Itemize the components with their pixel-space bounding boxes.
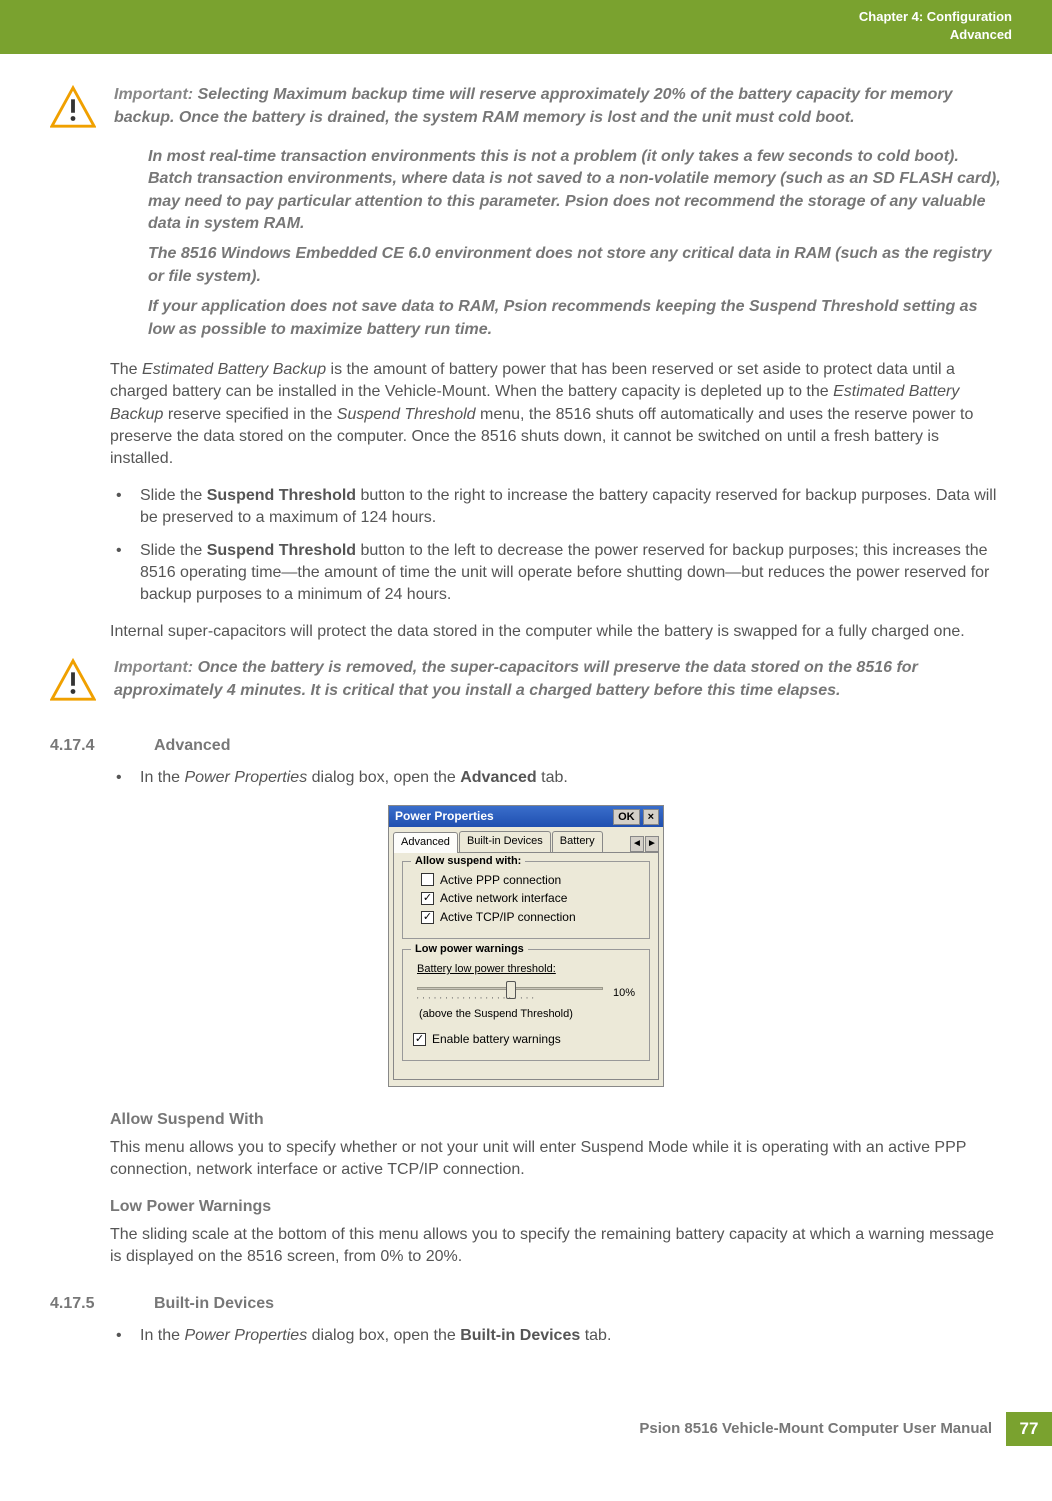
power-properties-dialog: Power Properties OK × Advanced Built-in … xyxy=(388,805,664,1086)
subheading-allow-suspend: Allow Suspend With xyxy=(110,1109,1002,1131)
important-text-p1: Selecting Maximum backup time will reser… xyxy=(114,86,953,125)
dialog-titlebar: Power Properties OK × xyxy=(389,806,663,827)
header-chapter: Chapter 4: Configuration xyxy=(40,8,1012,26)
checkbox-label: Active PPP connection xyxy=(440,872,561,889)
dialog-panel: Allow suspend with: Active PPP connectio… xyxy=(393,852,659,1080)
checkbox-label: Enable battery warnings xyxy=(432,1031,561,1048)
group-allow-suspend: Allow suspend with: Active PPP connectio… xyxy=(402,861,650,939)
checkbox-row-enable-warnings[interactable]: ✓ Enable battery warnings xyxy=(413,1031,639,1048)
dialog-title: Power Properties xyxy=(393,808,610,825)
checkbox-icon[interactable]: ✓ xyxy=(421,911,434,924)
section-number: 4.17.5 xyxy=(50,1293,130,1315)
tab-battery[interactable]: Battery xyxy=(552,831,603,851)
checkbox-label: Active network interface xyxy=(440,890,567,907)
subheading-text: The sliding scale at the bottom of this … xyxy=(110,1224,1002,1269)
tab-advanced[interactable]: Advanced xyxy=(393,832,458,852)
page-number: 77 xyxy=(1006,1412,1052,1446)
checkbox-row-ppp[interactable]: Active PPP connection xyxy=(413,872,639,889)
subheading-low-power: Low Power Warnings xyxy=(110,1196,1002,1218)
section-number: 4.17.4 xyxy=(50,735,130,757)
list-item: In the Power Properties dialog box, open… xyxy=(110,767,1002,789)
close-button[interactable]: × xyxy=(643,809,659,825)
threshold-slider[interactable]: ' ' ' ' ' ' ' ' ' ' ' ' ' ' ' ' ' ' ' ' … xyxy=(417,981,603,1005)
group-legend: Allow suspend with: xyxy=(411,854,525,869)
footer-title: Psion 8516 Vehicle-Mount Computer User M… xyxy=(639,1418,1006,1439)
tab-built-in-devices[interactable]: Built-in Devices xyxy=(459,831,551,851)
important-text-p2: In most real-time transaction environmen… xyxy=(148,146,1002,236)
header-section: Advanced xyxy=(40,26,1012,44)
slider-note: (above the Suspend Threshold) xyxy=(417,1007,635,1022)
bullet-list-2: In the Power Properties dialog box, open… xyxy=(110,767,1002,789)
checkbox-icon[interactable]: ✓ xyxy=(421,892,434,905)
section-heading-built-in-devices: 4.17.5 Built-in Devices xyxy=(50,1293,1002,1315)
important-text-p4: If your application does not save data t… xyxy=(148,296,1002,341)
warning-icon xyxy=(50,84,96,137)
important-note-1: Important: Selecting Maximum backup time… xyxy=(50,84,1002,137)
ok-button[interactable]: OK xyxy=(613,809,640,825)
warning-icon xyxy=(50,657,96,710)
checkbox-label: Active TCP/IP connection xyxy=(440,909,576,926)
subheading-text: This menu allows you to specify whether … xyxy=(110,1137,1002,1182)
important-text-p3: The 8516 Windows Embedded CE 6.0 environ… xyxy=(148,243,1002,288)
section-title: Built-in Devices xyxy=(154,1293,274,1315)
list-item: In the Power Properties dialog box, open… xyxy=(110,1325,1002,1347)
section-heading-advanced: 4.17.4 Advanced xyxy=(50,735,1002,757)
important-text: Once the battery is removed, the super-c… xyxy=(114,659,918,698)
list-item: Slide the Suspend Threshold button to th… xyxy=(110,540,1002,607)
important-label: Important: xyxy=(114,659,193,676)
checkbox-icon[interactable] xyxy=(421,873,434,886)
section-title: Advanced xyxy=(154,735,230,757)
list-item: Slide the Suspend Threshold button to th… xyxy=(110,485,1002,530)
tab-scroll-right-icon[interactable]: ► xyxy=(645,836,659,852)
checkbox-row-network[interactable]: ✓ Active network interface xyxy=(413,890,639,907)
slider-value: 10% xyxy=(613,986,635,1001)
group-legend: Low power warnings xyxy=(411,942,528,957)
bullet-list-1: Slide the Suspend Threshold button to th… xyxy=(110,485,1002,607)
important-label: Important: xyxy=(114,86,193,103)
tab-bar: Advanced Built-in Devices Battery ◄ ► xyxy=(389,827,663,851)
slider-label: Battery low power threshold: xyxy=(417,962,635,977)
important-note-2: Important: Once the battery is removed, … xyxy=(50,657,1002,710)
group-low-power: Low power warnings Battery low power thr… xyxy=(402,949,650,1061)
page-footer: Psion 8516 Vehicle-Mount Computer User M… xyxy=(0,1412,1052,1466)
dialog-screenshot: Power Properties OK × Advanced Built-in … xyxy=(50,805,1002,1086)
tab-scroll-left-icon[interactable]: ◄ xyxy=(630,836,644,852)
page-header: Chapter 4: Configuration Advanced xyxy=(0,0,1052,54)
body-paragraph-1: The Estimated Battery Backup is the amou… xyxy=(110,359,1002,471)
checkbox-row-tcpip[interactable]: ✓ Active TCP/IP connection xyxy=(413,909,639,926)
checkbox-icon[interactable]: ✓ xyxy=(413,1033,426,1046)
page-content: Important: Selecting Maximum backup time… xyxy=(0,54,1052,1381)
body-paragraph-2: Internal super-capacitors will protect t… xyxy=(110,621,1002,643)
bullet-list-3: In the Power Properties dialog box, open… xyxy=(110,1325,1002,1347)
